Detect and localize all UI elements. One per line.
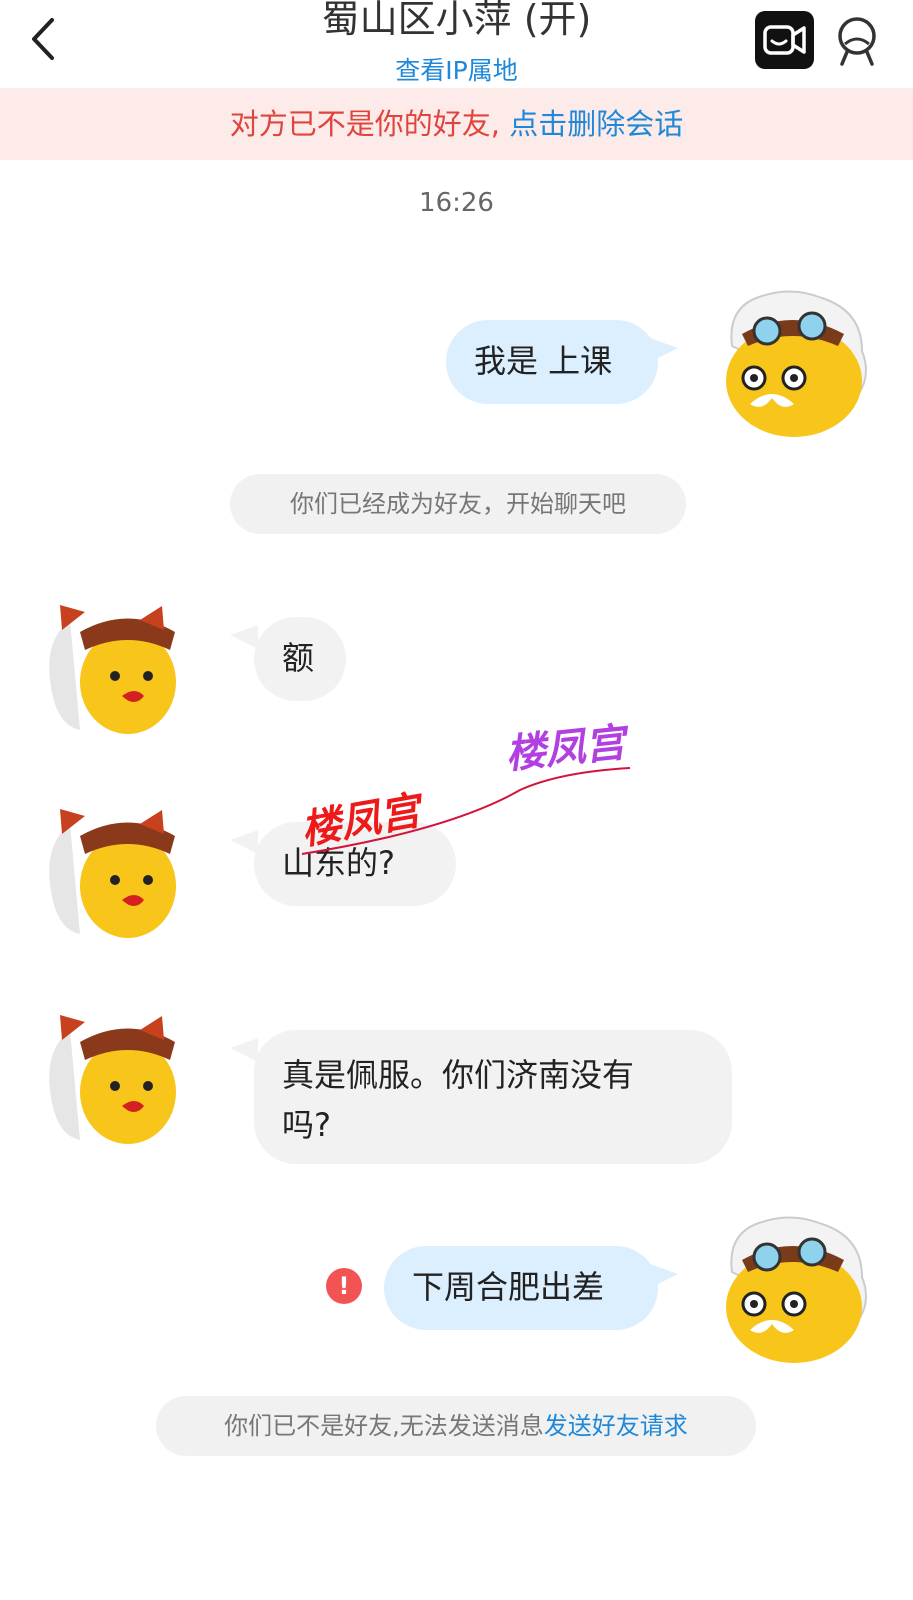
send-failed-icon[interactable]: !: [326, 1268, 362, 1304]
bubble-tail: [230, 830, 258, 854]
send-friend-request-link[interactable]: 发送好友请求: [544, 1412, 688, 1440]
watermark-line: [301, 767, 631, 855]
outgoing-message[interactable]: 下周合肥出差: [384, 1246, 658, 1330]
not-friend-banner: 对方已不是你的好友, 点击删除会话: [0, 88, 913, 160]
video-call-icon: [763, 25, 806, 55]
bubble-tail: [230, 625, 258, 649]
bubble-tail: [650, 338, 678, 362]
delete-conversation-link[interactable]: 点击删除会话: [509, 107, 683, 141]
message-timestamp: 16:26: [419, 188, 494, 218]
message-text: 额: [282, 639, 315, 677]
system-message: 你们已不是好友,无法发送消息发送好友请求: [156, 1396, 756, 1456]
einstein-duck-avatar-icon: [726, 290, 867, 437]
message-text: 我是 上课: [474, 342, 613, 380]
bubble-tail: [650, 1264, 678, 1288]
not-friend-warning: 对方已不是你的好友,: [229, 107, 500, 141]
cat-duck-avatar-icon: [49, 1015, 176, 1144]
bubble-tail: [230, 1038, 258, 1062]
contact-avatar[interactable]: [40, 600, 190, 750]
outgoing-message[interactable]: 我是 上课: [446, 320, 658, 404]
my-avatar[interactable]: [712, 1212, 867, 1363]
video-call-button[interactable]: [755, 11, 814, 69]
person-icon: [838, 17, 876, 66]
contact-avatar[interactable]: [40, 1010, 190, 1160]
my-avatar[interactable]: [712, 286, 867, 437]
message-text-line: 吗?: [282, 1106, 331, 1144]
cat-duck-avatar-icon: [49, 605, 176, 734]
contact-avatar[interactable]: [40, 804, 190, 954]
chat-header: 蜀山区小萍 (开) 查看IP属地: [0, 0, 913, 88]
incoming-message[interactable]: 真是佩服。你们济南没有 吗?: [254, 1030, 732, 1164]
incoming-message[interactable]: 额: [254, 617, 346, 701]
system-text: 你们已不是好友,无法发送消息: [224, 1412, 544, 1440]
message-text: 下周合肥出差: [412, 1268, 605, 1306]
einstein-duck-avatar-icon: [726, 1216, 867, 1363]
profile-button[interactable]: [832, 12, 882, 68]
message-text-line: 真是佩服。你们济南没有: [282, 1056, 635, 1094]
system-message: 你们已经成为好友，开始聊天吧: [230, 474, 686, 534]
cat-duck-avatar-icon: [49, 809, 176, 938]
system-text: 你们已经成为好友，开始聊天吧: [290, 490, 626, 518]
